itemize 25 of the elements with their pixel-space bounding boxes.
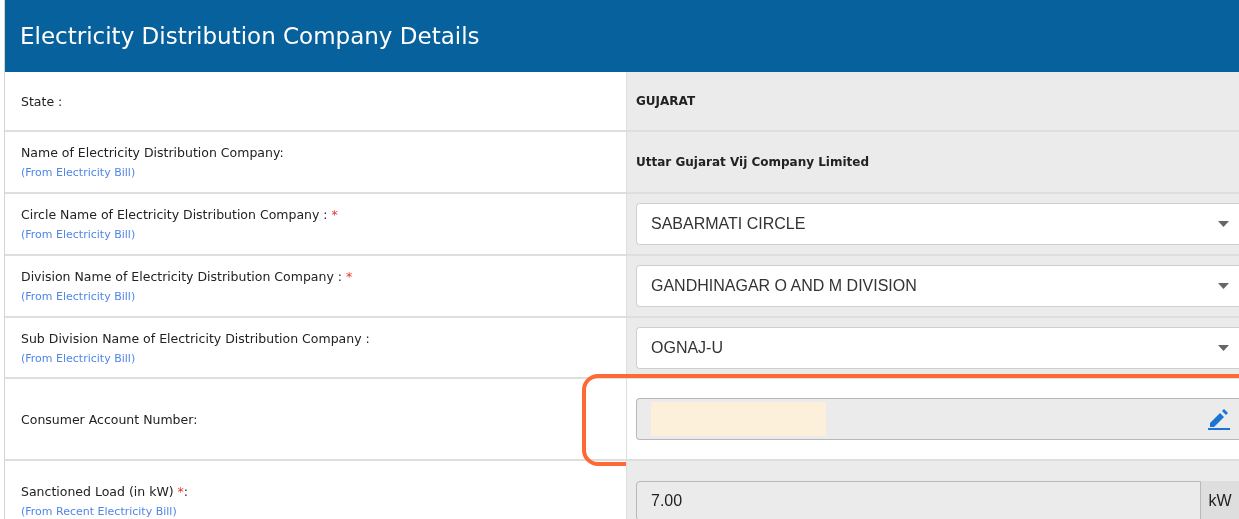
- field-hint: (From Electricity Bill): [21, 166, 137, 179]
- field-label: Sanctioned Load (in kW) *:: [21, 484, 190, 499]
- dropdown[interactable]: OGNAJ-U: [636, 326, 1239, 369]
- input-field[interactable]: [636, 398, 1239, 440]
- field-value: Uttar Gujarat Vij Company Limited: [636, 155, 870, 169]
- field-label: Division Name of Electricity Distribution Company : *: [21, 269, 354, 284]
- field-label: Sub Division Name of Electricity Distribution Company :: [21, 330, 371, 346]
- field-hint: (From Electricity Bill): [21, 351, 137, 365]
- field-label: Circle Name of Electricity Distribution Company : *: [21, 207, 339, 222]
- field-label: Consumer Account Number:: [21, 411, 199, 427]
- field-value: GUJARAT: [636, 94, 696, 108]
- page-title: Electricity Distribution Company Details: [20, 23, 480, 49]
- dropdown[interactable]: GANDHINAGAR O AND M DIVISION: [636, 265, 1239, 307]
- input-field[interactable]: 7.00: [636, 481, 1201, 519]
- pencil-icon[interactable]: [1207, 408, 1231, 430]
- field-hint: (From Recent Electricity Bill): [21, 505, 178, 518]
- caret-icon: [1218, 283, 1229, 289]
- field-hint: (From Electricity Bill): [21, 228, 137, 241]
- dropdown[interactable]: SABARMATI CIRCLE: [636, 203, 1239, 245]
- caret-icon: [1218, 344, 1229, 351]
- field-label: State :: [21, 93, 64, 109]
- caret-icon: [1218, 221, 1229, 227]
- field-hint: (From Electricity Bill): [21, 290, 137, 303]
- field-label: Name of Electricity Distribution Company:: [21, 145, 285, 160]
- unit-label: kW: [1201, 481, 1239, 519]
